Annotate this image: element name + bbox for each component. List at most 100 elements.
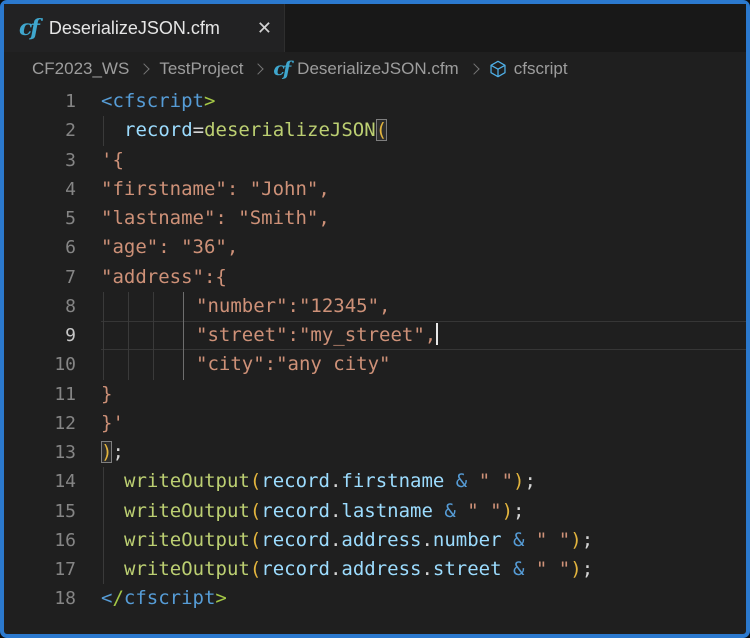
code-text: "number":"12345",: [101, 292, 746, 321]
code-line-content[interactable]: "firstname": "John",: [101, 175, 746, 204]
breadcrumb-item-file[interactable]: DeserializeJSON.cfm: [297, 59, 459, 79]
code-line[interactable]: 2record=deserializeJSON(: [4, 116, 746, 145]
code-token: writeOutput: [124, 529, 250, 551]
code-token: [524, 558, 535, 580]
code-line-content[interactable]: record=deserializeJSON(: [101, 116, 746, 145]
code-text: "address":{: [101, 263, 746, 292]
code-token: record: [124, 119, 193, 141]
indent-guide: [103, 555, 104, 584]
code-line[interactable]: 4"firstname": "John",: [4, 175, 746, 204]
code-line-content[interactable]: </cfscript>: [101, 584, 746, 613]
code-line[interactable]: 11}: [4, 380, 746, 409]
code-token: <cfscript: [101, 90, 204, 112]
indent-guide: [103, 116, 104, 145]
code-text: writeOutput(record.lastname & " ");: [101, 497, 746, 526]
code-line-content[interactable]: writeOutput(record.firstname & " ");: [101, 467, 746, 496]
code-line-content[interactable]: <cfscript>: [101, 87, 746, 116]
code-line[interactable]: 9"street":"my_street",: [4, 321, 746, 350]
code-token: "lastname": "Smith",: [101, 207, 330, 229]
code-token: writeOutput: [124, 500, 250, 522]
code-line[interactable]: 5"lastname": "Smith",: [4, 204, 746, 233]
coldfusion-icon: cf: [273, 60, 289, 79]
line-number: 12: [4, 409, 76, 438]
tab-bar: cf DeserializeJSON.cfm ✕: [4, 4, 746, 52]
code-line-content[interactable]: "address":{: [101, 263, 746, 292]
code-token: &: [456, 470, 467, 492]
code-line-content[interactable]: );: [101, 438, 746, 467]
code-line-content[interactable]: writeOutput(record.lastname & " ");: [101, 497, 746, 526]
code-token: &: [513, 529, 524, 551]
code-token: .: [330, 470, 341, 492]
code-token: ): [570, 558, 581, 580]
breadcrumb-item-workspace[interactable]: CF2023_WS: [32, 59, 129, 79]
code-token: record: [261, 500, 330, 522]
code-line[interactable]: 13);: [4, 438, 746, 467]
code-token: .: [330, 558, 341, 580]
code-line[interactable]: 15 writeOutput(record.lastname & " ");: [4, 497, 746, 526]
code-token: ;: [582, 558, 593, 580]
code-line[interactable]: 12 }': [4, 409, 746, 438]
code-token: ;: [524, 470, 535, 492]
code-text: "age": "36",: [101, 233, 746, 262]
code-line[interactable]: 3 '{: [4, 146, 746, 175]
code-line-content[interactable]: "age": "36",: [101, 233, 746, 262]
code-line-content[interactable]: "number":"12345",: [101, 292, 746, 321]
code-token: [502, 529, 513, 551]
code-token: [444, 470, 455, 492]
code-line[interactable]: 6"age": "36",: [4, 233, 746, 262]
code-line[interactable]: 1<cfscript>: [4, 87, 746, 116]
breadcrumb-item-symbol-cfscript[interactable]: cfscript: [514, 59, 568, 79]
code-token: "address":{: [101, 266, 227, 288]
line-number: 15: [4, 497, 76, 526]
code-token: number: [433, 529, 502, 551]
code-token: " ": [536, 529, 570, 551]
code-token: " ": [467, 500, 501, 522]
breadcrumb: CF2023_WS TestProject cf DeserializeJSON…: [4, 52, 746, 86]
code-line-content[interactable]: writeOutput(record.address.street & " ")…: [101, 555, 746, 584]
close-icon[interactable]: ✕: [257, 19, 272, 37]
code-line[interactable]: 18</cfscript>: [4, 584, 746, 613]
code-line-content[interactable]: "street":"my_street",: [101, 321, 746, 350]
code-line-content[interactable]: "lastname": "Smith",: [101, 204, 746, 233]
line-number: 17: [4, 555, 76, 584]
line-number: 14: [4, 467, 76, 496]
line-number: 3: [4, 146, 76, 175]
code-token: (: [250, 470, 261, 492]
code-token: address: [341, 529, 421, 551]
indent-guide: [153, 350, 154, 379]
code-line-content[interactable]: '{: [101, 146, 746, 175]
code-line[interactable]: 16 writeOutput(record.address.number & " …: [4, 526, 746, 555]
breadcrumb-item-project[interactable]: TestProject: [159, 59, 243, 79]
code-text: }: [101, 380, 746, 409]
code-line[interactable]: 17 writeOutput(record.address.street & " …: [4, 555, 746, 584]
code-token: ;: [513, 500, 524, 522]
code-token: >: [215, 587, 226, 609]
tab-title: DeserializeJSON.cfm: [49, 18, 247, 39]
indent-guide: [128, 292, 129, 321]
code-token: [467, 470, 478, 492]
code-text: "lastname": "Smith",: [101, 204, 746, 233]
indent-guide: [103, 467, 104, 496]
code-line[interactable]: 8"number":"12345",: [4, 292, 746, 321]
code-token: writeOutput: [124, 470, 250, 492]
code-line[interactable]: 7"address":{: [4, 263, 746, 292]
code-text: writeOutput(record.firstname & " ");: [101, 467, 746, 496]
code-token: record: [261, 470, 330, 492]
code-line[interactable]: 10"city":"any city": [4, 350, 746, 379]
code-text: record=deserializeJSON(: [101, 116, 746, 145]
code-token: (: [250, 529, 261, 551]
code-line-content[interactable]: }: [101, 380, 746, 409]
code-token: .: [330, 500, 341, 522]
code-token: }: [101, 383, 112, 405]
code-line[interactable]: 14 writeOutput(record.firstname & " ");: [4, 467, 746, 496]
line-number: 16: [4, 526, 76, 555]
code-token: [502, 558, 513, 580]
code-token: lastname: [341, 500, 433, 522]
code-line-content[interactable]: writeOutput(record.address.number & " ")…: [101, 526, 746, 555]
tab-deserializejson[interactable]: cf DeserializeJSON.cfm ✕: [4, 4, 285, 52]
code-text: "firstname": "John",: [101, 175, 746, 204]
code-editor[interactable]: 1<cfscript>2record=deserializeJSON(3 '{4"…: [4, 86, 746, 634]
code-line-content[interactable]: }': [101, 409, 746, 438]
code-line-content[interactable]: "city":"any city": [101, 350, 746, 379]
code-token: (: [376, 119, 387, 141]
